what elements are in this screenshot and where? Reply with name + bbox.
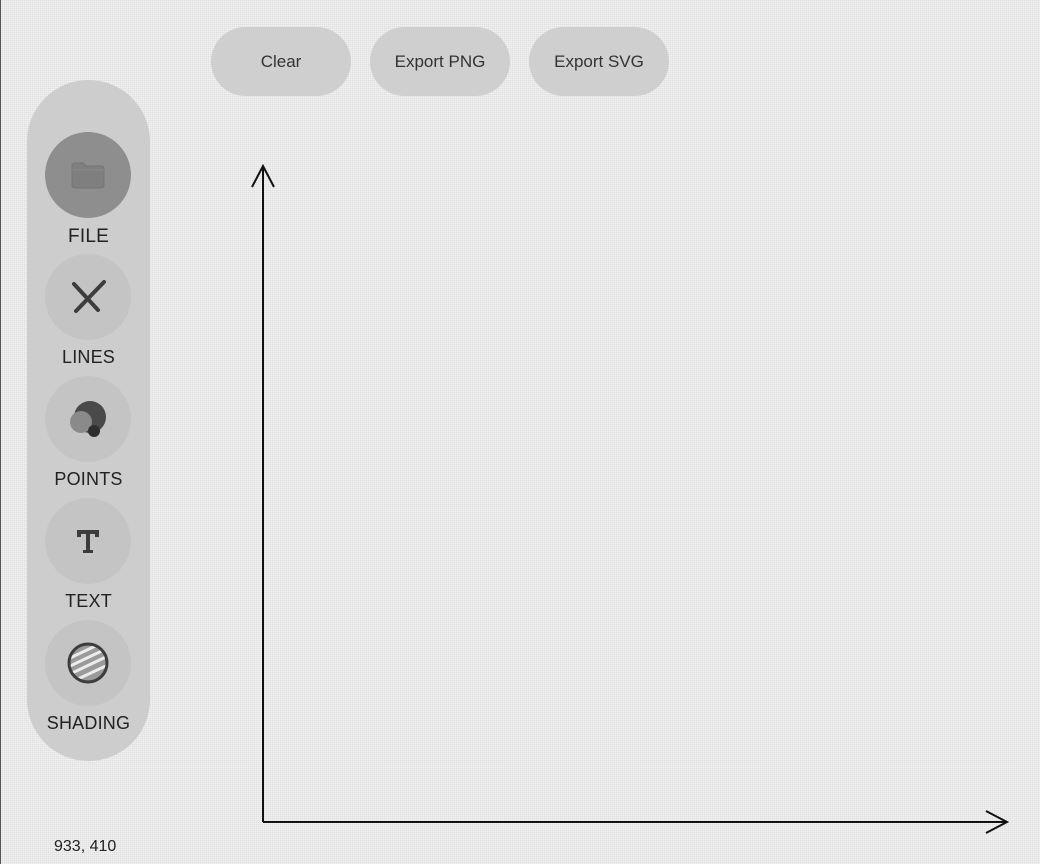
x-axis — [263, 810, 1010, 834]
y-axis — [251, 163, 275, 822]
drawing-canvas[interactable] — [0, 0, 1040, 864]
